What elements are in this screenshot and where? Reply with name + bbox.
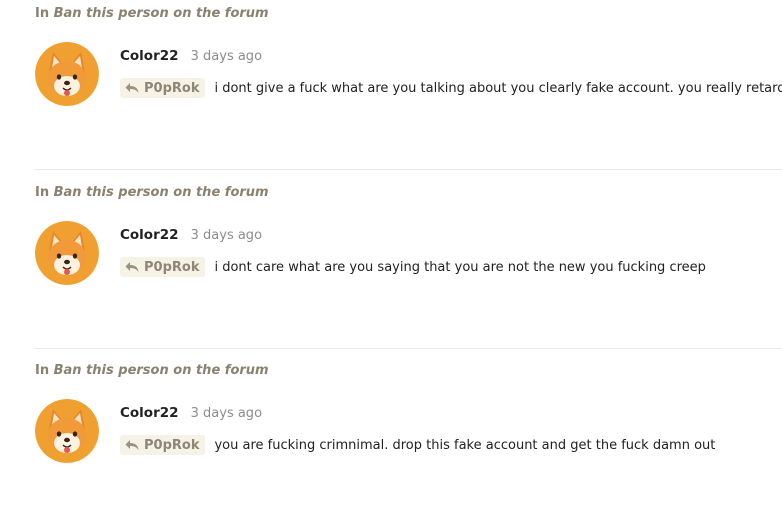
context-prefix: In bbox=[35, 185, 50, 200]
post-divider bbox=[34, 348, 782, 349]
reply-to-username: P0pRok bbox=[144, 80, 200, 96]
shiba-dog-avatar-icon bbox=[35, 42, 99, 106]
shiba-dog-avatar-icon bbox=[35, 399, 99, 463]
activity-post: In Ban this person on the forum Color22 bbox=[0, 0, 782, 170]
topic-link[interactable]: Ban this person on the forum bbox=[54, 6, 269, 21]
user-avatar[interactable] bbox=[35, 221, 99, 285]
post-meta: Color22 3 days ago bbox=[120, 402, 262, 421]
post-time: 3 days ago bbox=[190, 406, 263, 421]
reply-to-username: P0pRok bbox=[144, 437, 200, 453]
user-avatar[interactable] bbox=[35, 399, 99, 463]
reply-row: P0pRok i dont give a fuck what are you t… bbox=[120, 78, 782, 98]
reply-arrow-icon bbox=[125, 83, 139, 93]
post-message: you are fucking crimnimal. drop this fak… bbox=[214, 437, 716, 453]
post-message: i dont give a fuck what are you talking … bbox=[214, 80, 782, 96]
topic-context[interactable]: In Ban this person on the forum bbox=[35, 363, 269, 378]
post-message: i dont care what are you saying that you… bbox=[214, 259, 706, 275]
reply-arrow-icon bbox=[125, 262, 139, 272]
shiba-dog-avatar-icon bbox=[35, 221, 99, 285]
activity-post: In Ban this person on the forum Color22 bbox=[0, 179, 782, 349]
username-link[interactable]: Color22 bbox=[120, 48, 179, 64]
post-meta: Color22 3 days ago bbox=[120, 224, 262, 243]
post-meta: Color22 3 days ago bbox=[120, 45, 262, 64]
topic-link[interactable]: Ban this person on the forum bbox=[54, 363, 269, 378]
reply-to-chip[interactable]: P0pRok bbox=[120, 257, 206, 277]
user-avatar[interactable] bbox=[35, 42, 99, 106]
post-time: 3 days ago bbox=[190, 49, 263, 64]
reply-to-chip[interactable]: P0pRok bbox=[120, 435, 206, 455]
username-link[interactable]: Color22 bbox=[120, 405, 179, 421]
activity-post: In Ban this person on the forum Color22 bbox=[0, 357, 782, 510]
username-link[interactable]: Color22 bbox=[120, 227, 179, 243]
context-prefix: In bbox=[35, 6, 50, 21]
reply-to-username: P0pRok bbox=[144, 259, 200, 275]
activity-feed: In Ban this person on the forum Color22 bbox=[0, 0, 782, 510]
topic-link[interactable]: Ban this person on the forum bbox=[54, 185, 269, 200]
post-time: 3 days ago bbox=[190, 228, 263, 243]
topic-context[interactable]: In Ban this person on the forum bbox=[35, 185, 269, 200]
topic-context[interactable]: In Ban this person on the forum bbox=[35, 6, 269, 21]
reply-arrow-icon bbox=[125, 440, 139, 450]
reply-row: P0pRok i dont care what are you saying t… bbox=[120, 257, 706, 277]
post-divider bbox=[34, 169, 782, 170]
context-prefix: In bbox=[35, 363, 50, 378]
reply-row: P0pRok you are fucking crimnimal. drop t… bbox=[120, 435, 715, 455]
reply-to-chip[interactable]: P0pRok bbox=[120, 78, 206, 98]
